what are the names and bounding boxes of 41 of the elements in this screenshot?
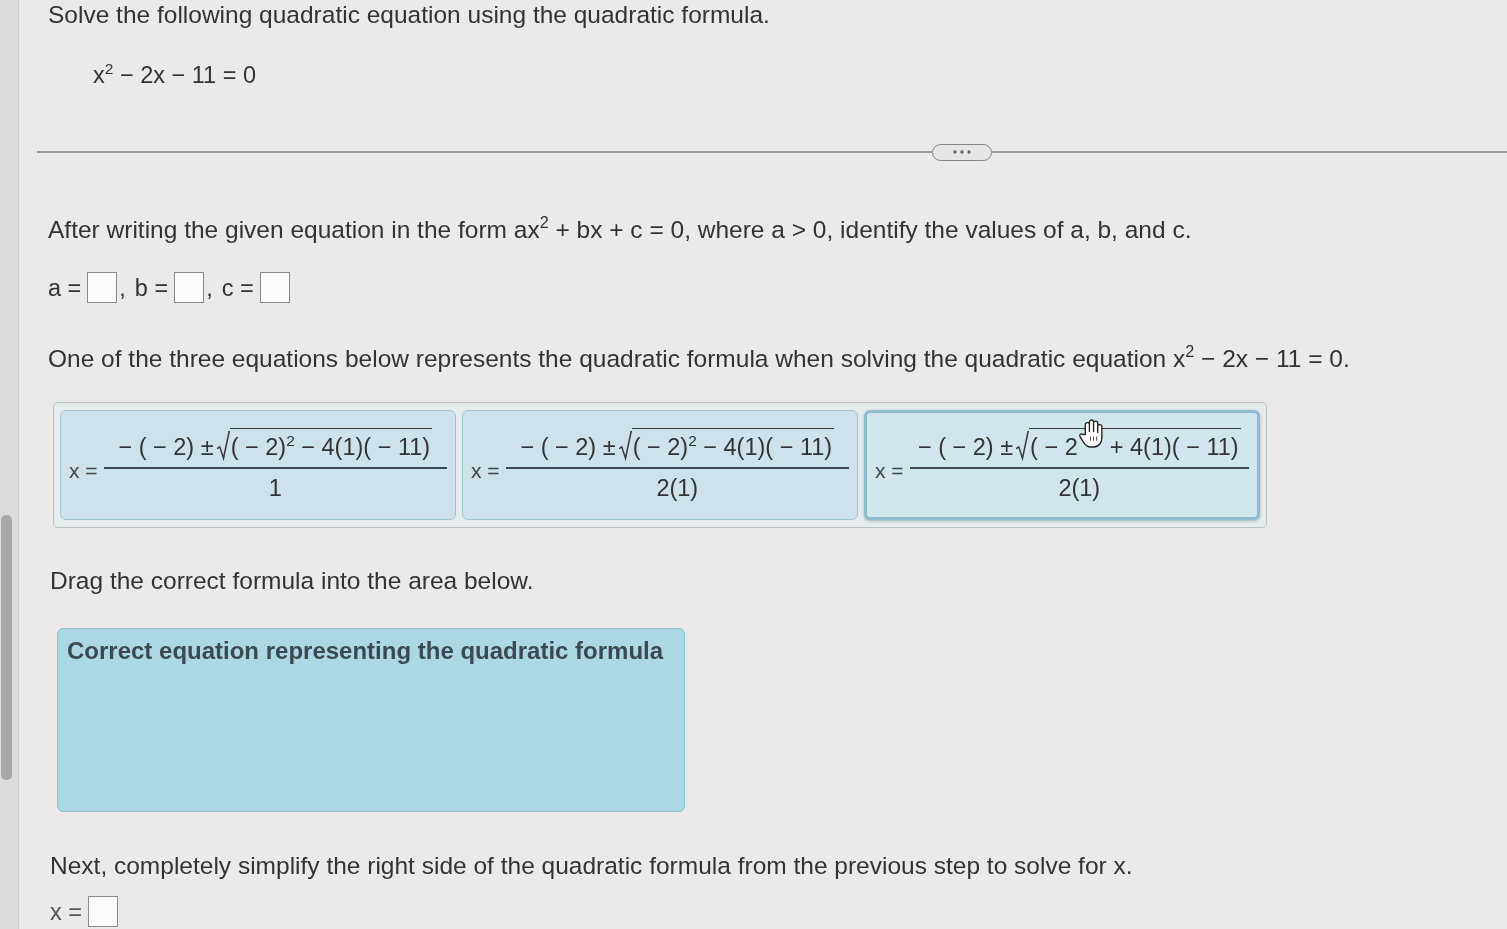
comma-text: , bbox=[119, 273, 126, 302]
prompt-text: One of the three equations below represents the quadratic formula when solving the quadratic equation x$^{2}$ − 2x − 11 = 0. bbox=[48, 345, 1350, 373]
drop-zone-label: Correct equation representing the quadratic formula bbox=[67, 637, 664, 664]
answer-label: c = bbox=[221, 273, 254, 302]
numerator-text: − ( − 2) ± bbox=[917, 433, 1014, 463]
prompt-text: After writing the given equation in the form ax$^{2}$ + bx + c = 0, where a > 0, identify the values of a, b, and c. bbox=[48, 216, 1192, 244]
formula-card[interactable]: x = − ( − 2) ± ( − 2)$^{2}$ − 4(1)( − 11) 2(1) bbox=[462, 410, 858, 520]
answer-box[interactable] bbox=[88, 896, 118, 927]
denominator-text: 1 bbox=[268, 473, 282, 502]
prompt-text: Drag the correct formula into the area below. bbox=[50, 567, 534, 595]
answer-box[interactable] bbox=[174, 272, 205, 303]
radicand-text: ( − 2 bbox=[1030, 433, 1078, 462]
square-root-icon bbox=[1016, 428, 1030, 463]
ellipsis-icon bbox=[953, 150, 971, 154]
formula-card[interactable]: x = − ( − 2) ± ( − 2 + 4(1)( − 11) 2(1) bbox=[864, 410, 1260, 520]
equation-text: x$^{2}$ − 2x − 11 = 0 bbox=[93, 61, 256, 89]
radicand-text: + 4(1)( − 11) bbox=[1109, 433, 1239, 462]
answer-label: a = bbox=[48, 273, 82, 302]
radicand-text: ( − 2)$^{2}$ − 4(1)( − 11) bbox=[230, 433, 431, 462]
numerator-text: − ( − 2) ± bbox=[118, 433, 214, 463]
more-button[interactable] bbox=[932, 143, 992, 161]
prompt-text: Next, completely simplify the right side of the quadratic formula from the previous step to solve for x. bbox=[50, 852, 1133, 880]
denominator-text: 2(1) bbox=[656, 473, 699, 502]
answer-label: x = bbox=[50, 897, 82, 926]
comma-text: , bbox=[206, 273, 213, 302]
square-root-icon bbox=[216, 428, 230, 463]
numerator-text: − ( − 2) ± bbox=[520, 433, 616, 463]
formula-card[interactable]: x = − ( − 2) ± ( − 2)$^{2}$ − 4(1)( − 11) 1 bbox=[60, 410, 456, 520]
hand-cursor-icon bbox=[1078, 419, 1104, 449]
equals-label: x = bbox=[69, 458, 98, 484]
denominator-text: 2(1) bbox=[1058, 473, 1101, 502]
equals-label: x = bbox=[471, 458, 500, 484]
answer-label: b = bbox=[134, 273, 169, 302]
drop-zone[interactable]: Correct equation representing the quadratic formula bbox=[57, 628, 685, 812]
equals-label: x = bbox=[875, 458, 904, 484]
square-root-icon bbox=[618, 428, 632, 463]
answer-box[interactable] bbox=[259, 272, 290, 303]
instruction-text: Solve the following quadratic equation using the quadratic formula. bbox=[48, 1, 770, 29]
radicand-text: ( − 2)$^{2}$ − 4(1)( − 11) bbox=[632, 433, 833, 462]
answer-box[interactable] bbox=[87, 272, 118, 303]
scrollbar-thumb[interactable] bbox=[1, 515, 12, 780]
